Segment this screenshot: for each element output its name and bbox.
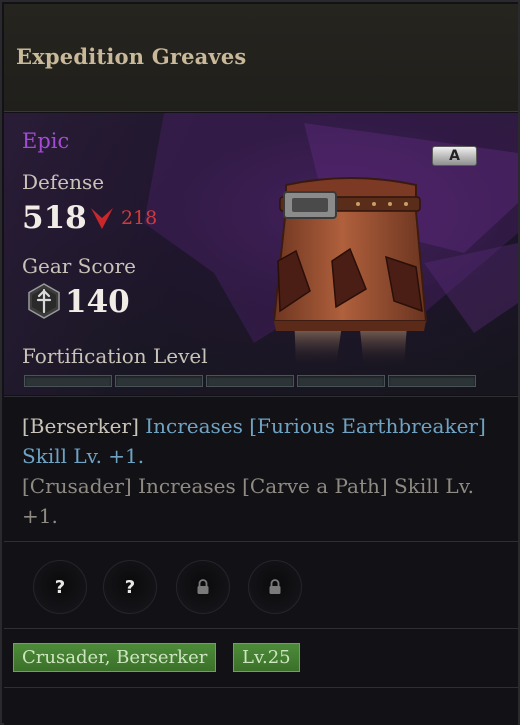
effect-class: [Berserker] (22, 414, 139, 438)
defense-label: Defense (22, 170, 105, 194)
question-mark-icon: ? (54, 576, 66, 598)
socket-unknown[interactable]: ? (103, 560, 157, 614)
fortification-segment (206, 375, 294, 387)
level-requirement-tag: Lv.25 (233, 643, 300, 672)
leather-greaves-item-image (272, 177, 428, 367)
socket-locked[interactable] (248, 560, 302, 614)
effect-class: [Crusader] (22, 474, 132, 498)
gear-score-label: Gear Score (22, 254, 136, 278)
defense-value: 518 (22, 200, 87, 236)
item-grade-badge: A (432, 146, 477, 166)
rarity-label: Epic (22, 129, 70, 153)
effect-line: [Crusader] Increases [Carve a Path] Skil… (22, 471, 502, 531)
item-tooltip: Expedition Greaves Epic Defense 518 218 … (0, 0, 520, 725)
question-mark-icon: ? (124, 576, 136, 598)
socket-unknown[interactable]: ? (33, 560, 87, 614)
defense-difference: 218 (121, 207, 158, 229)
class-requirement-tag: Crusader, Berserker (13, 643, 217, 672)
item-name: Expedition Greaves (16, 44, 247, 69)
tooltip-footer (4, 689, 518, 725)
item-summary-panel: Epic Defense 518 218 Gear Score 140 Fort… (4, 113, 518, 395)
item-requirements: Crusader, Berserker Lv.25 (4, 630, 518, 688)
fortification-segment (297, 375, 385, 387)
fortification-label: Fortification Level (22, 344, 208, 368)
fortification-segment (115, 375, 203, 387)
socket-locked[interactable] (176, 560, 230, 614)
fortification-bar (24, 375, 476, 387)
stat-decrease-arrow-icon (91, 208, 113, 229)
item-effects: [Berserker] Increases [Furious Earthbrea… (4, 396, 518, 542)
fortification-segment (24, 375, 112, 387)
lock-icon (197, 579, 209, 594)
engraving-sockets: ? ? (4, 543, 518, 629)
gear-score-icon (28, 283, 60, 319)
tooltip-header: Expedition Greaves (4, 4, 518, 112)
fortification-segment (388, 375, 476, 387)
lock-icon (269, 579, 281, 594)
effect-line: [Berserker] Increases [Furious Earthbrea… (22, 411, 502, 471)
gear-score-value: 140 (65, 284, 130, 320)
